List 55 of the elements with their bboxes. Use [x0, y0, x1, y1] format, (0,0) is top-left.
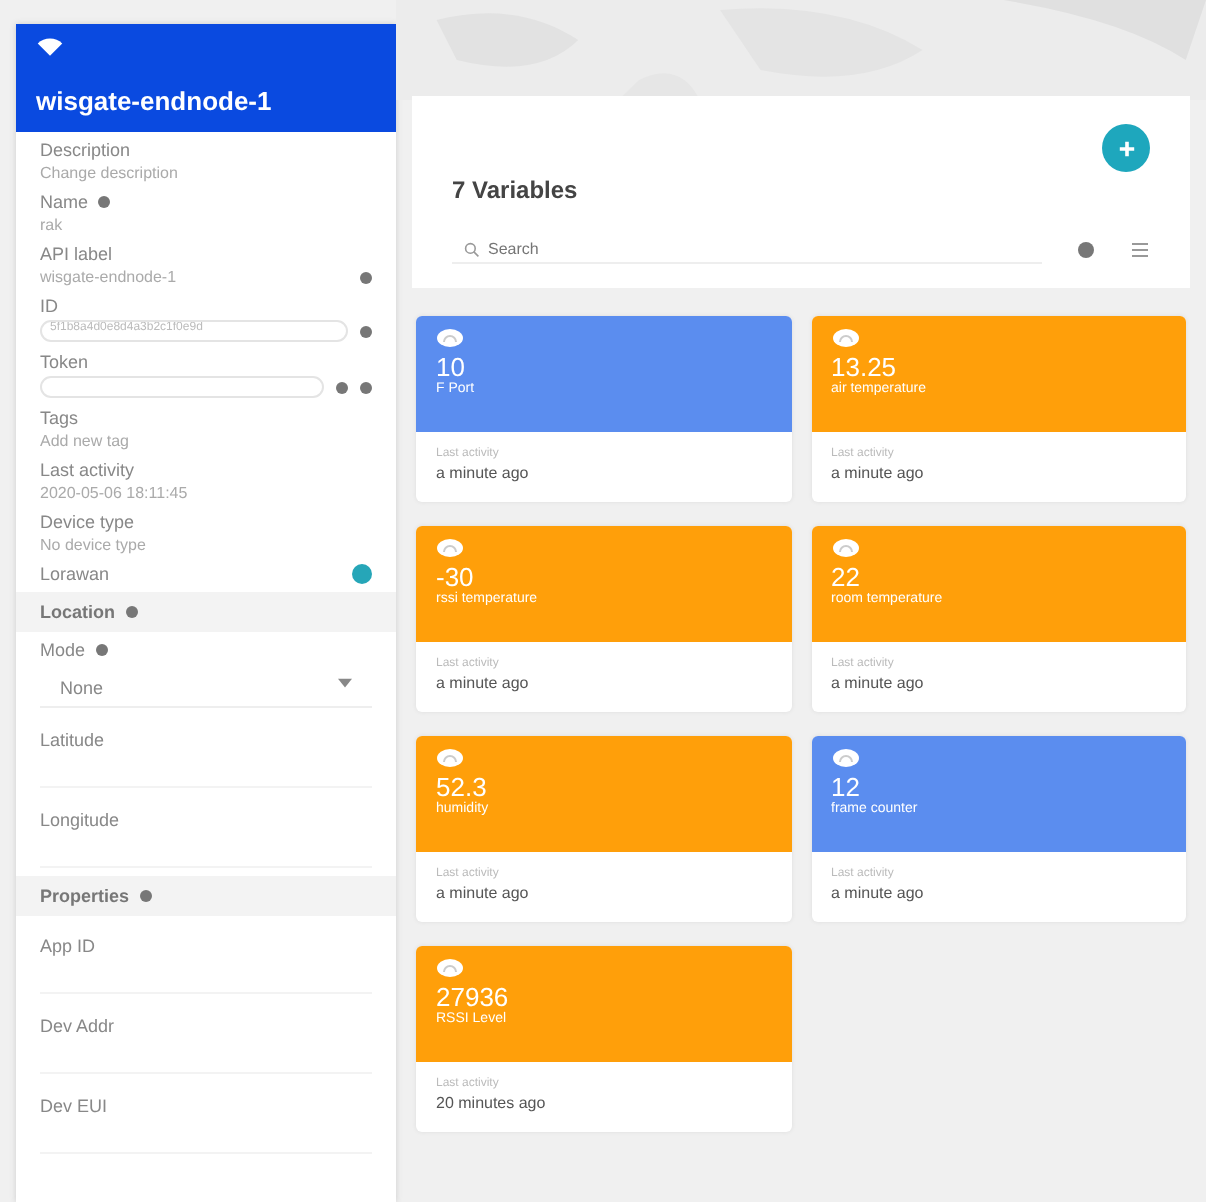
field-label: Dev EUI: [40, 1096, 108, 1116]
variable-value: -30: [436, 562, 476, 592]
input-field[interactable]: [40, 376, 324, 398]
field-label: Dev Addr: [40, 1016, 115, 1036]
field-label: Mode: [40, 640, 86, 660]
variable-value: 13.25: [831, 352, 899, 382]
plus-icon: [1117, 139, 1135, 157]
activity-time: a minute ago: [831, 464, 926, 482]
variable-value: 27936: [436, 982, 511, 1012]
field-label: API label: [40, 244, 113, 264]
field-value[interactable]: 2020-05-06 18:11:45: [40, 484, 372, 502]
gauge-icon: [831, 538, 859, 558]
variable-value: 52.3: [436, 772, 487, 802]
section-title: Location: [40, 602, 115, 622]
gauge-icon: [831, 328, 859, 348]
list-icon[interactable]: [1130, 240, 1150, 260]
field-value[interactable]: Change description: [40, 164, 372, 182]
gauge-icon: [436, 748, 464, 768]
gauge-icon: [436, 328, 464, 348]
field-label: Token: [40, 352, 89, 372]
gauge-icon: [831, 748, 859, 768]
field-label: Latitude: [40, 730, 105, 750]
field-label: Name: [40, 192, 89, 212]
wifi-icon: [36, 36, 64, 58]
activity-time: a minute ago: [436, 674, 531, 692]
activity-time: a minute ago: [436, 884, 531, 902]
section-title: Properties: [40, 886, 130, 906]
activity-time: a minute ago: [436, 464, 531, 482]
variables-title: 7 Variables: [452, 176, 580, 204]
variable-value: 22: [831, 562, 862, 592]
field-label: Lorawan: [40, 564, 110, 584]
gauge-icon: [436, 958, 464, 978]
field-value[interactable]: wisgate-endnode-1: [40, 268, 348, 286]
toggle-switch[interactable]: [352, 564, 372, 584]
gauge-icon: [436, 538, 464, 558]
field-value[interactable]: rak: [40, 216, 372, 234]
field-label: Description: [40, 140, 131, 160]
device-name: wisgate-endnode-1: [36, 86, 274, 116]
add-button[interactable]: [1102, 124, 1150, 172]
field-label: Tags: [40, 408, 79, 428]
field-label: Last activity: [40, 460, 135, 480]
field-label: Longitude: [40, 810, 120, 830]
field-label: Device type: [40, 512, 135, 532]
activity-time: a minute ago: [831, 674, 926, 692]
activity-time: a minute ago: [831, 884, 926, 902]
variable-value: 10: [436, 352, 467, 382]
mode-dropdown[interactable]: None: [40, 670, 372, 708]
field-label: ID: [40, 296, 58, 316]
field-value[interactable]: No device type: [40, 536, 372, 554]
field-value[interactable]: Add new tag: [40, 432, 372, 450]
caret-icon: [338, 678, 352, 688]
field-label: App ID: [40, 936, 96, 956]
search-icon: [464, 241, 480, 257]
activity-time: 20 minutes ago: [436, 1094, 548, 1112]
variable-value: 12: [831, 772, 862, 802]
